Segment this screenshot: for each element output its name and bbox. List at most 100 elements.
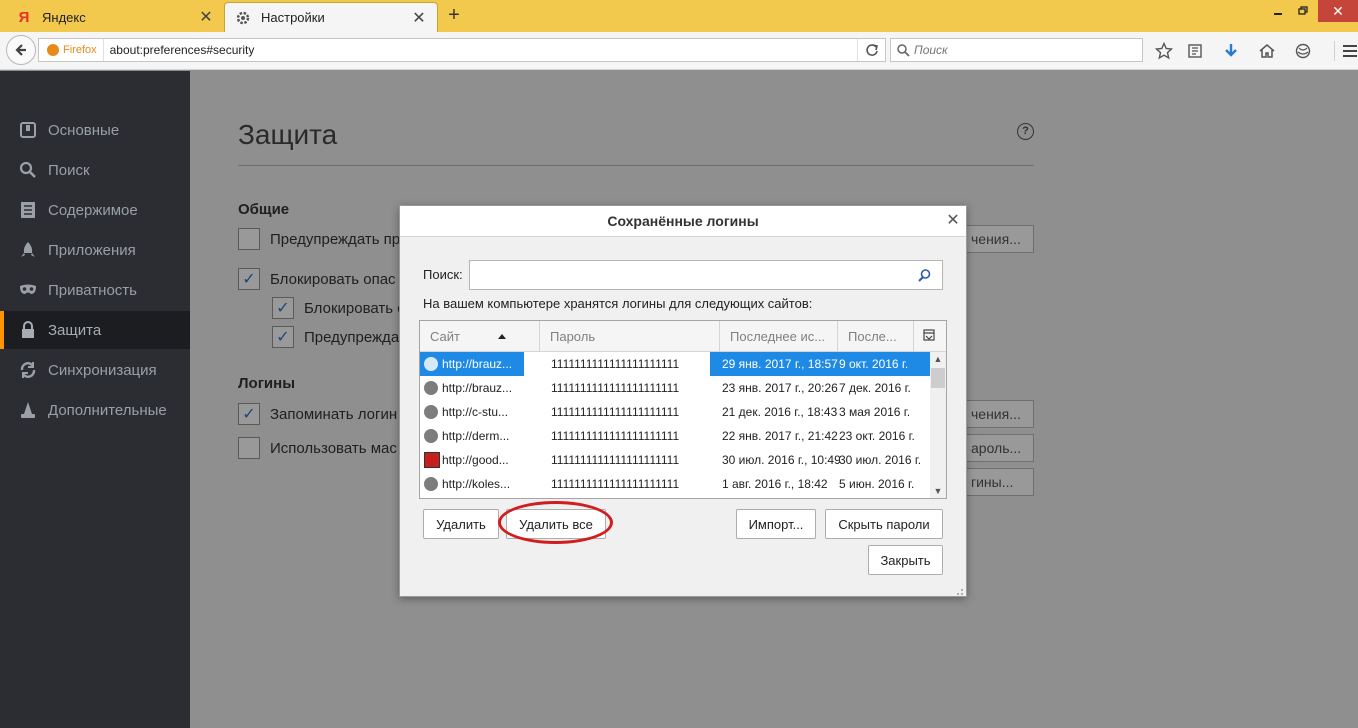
table-row[interactable]: http://derm... 1111111111111111111111 22…: [420, 424, 930, 448]
scroll-up-icon[interactable]: ▲: [930, 352, 946, 366]
tab-label: Настройки: [261, 10, 325, 25]
search-label: Поиск:: [423, 267, 463, 282]
close-icon[interactable]: ✕: [198, 7, 214, 27]
identity-label: Firefox: [63, 44, 97, 56]
reload-button[interactable]: [857, 39, 885, 61]
back-button[interactable]: [6, 35, 36, 65]
logins-search-input[interactable]: [469, 260, 943, 290]
table-scrollbar[interactable]: ▲ ▼: [930, 352, 946, 498]
checkbox-label: Блокировать опас: [270, 270, 396, 288]
lock-icon: [18, 320, 38, 340]
cell-password: 1111111111111111111111: [551, 405, 680, 419]
table-row[interactable]: http://c-stu... 1111111111111111111111 2…: [420, 400, 930, 424]
scroll-down-icon[interactable]: ▼: [930, 484, 946, 498]
cell-last-changed: 3 мая 2016 г.: [839, 405, 911, 419]
close-button[interactable]: Закрыть: [868, 545, 943, 575]
sidebar-item-sync[interactable]: Синхронизация: [0, 351, 190, 389]
exceptions-button[interactable]: чения...: [962, 225, 1034, 253]
cell-password: 1111111111111111111111: [551, 429, 680, 443]
checkbox[interactable]: ✓: [272, 297, 294, 319]
search-input[interactable]: [914, 43, 1124, 57]
table-row[interactable]: http://good... 1111111111111111111111 30…: [420, 448, 930, 472]
sidebar-item-general[interactable]: Основные: [0, 111, 190, 149]
identity-box[interactable]: Firefox: [39, 39, 104, 61]
remove-all-button[interactable]: Удалить все: [506, 509, 606, 539]
dialog-body: Поиск: На вашем компьютере хранятся логи…: [400, 236, 966, 596]
navigation-bar: Firefox about:preferences#security: [0, 32, 1358, 70]
saved-logins-button[interactable]: гины...: [962, 468, 1034, 496]
sidebar-item-label: Содержимое: [48, 201, 138, 219]
table-row[interactable]: http://brauz... 1111111111111111111111 2…: [420, 376, 930, 400]
table-header: Сайт Пароль Последнее ис... После...: [420, 321, 946, 352]
yandex-logo-icon: Я: [18, 8, 30, 26]
sidebar-item-label: Основные: [48, 121, 120, 139]
column-header-last-used[interactable]: Последнее ис...: [720, 321, 838, 352]
globe-icon: [424, 429, 438, 443]
checkbox[interactable]: ✓: [272, 326, 294, 348]
cell-password: 1111111111111111111111: [551, 381, 680, 395]
section-heading-logins: Логины: [238, 375, 296, 392]
resize-grip-icon[interactable]: [952, 584, 964, 596]
column-header-last-changed[interactable]: После...: [838, 321, 914, 352]
cell-last-used: 29 янв. 2017 г., 18:57: [722, 352, 840, 376]
search-bar[interactable]: [890, 38, 1143, 62]
table-row[interactable]: http://brauz... 1111111111111111111111 2…: [420, 352, 930, 376]
checkbox-master-password[interactable]: Использовать мас: [238, 437, 397, 459]
hide-passwords-button[interactable]: Скрыть пароли: [825, 509, 943, 539]
close-icon[interactable]: ✕: [411, 8, 427, 28]
table-row[interactable]: http://koles... 1111111111111111111111 1…: [420, 472, 930, 496]
bookmark-star-icon[interactable]: [1154, 41, 1174, 61]
import-button[interactable]: Импорт...: [736, 509, 816, 539]
checkbox-remember-logins[interactable]: ✓ Запоминать логин: [238, 403, 397, 425]
checkbox-label: Предупрежда: [304, 328, 400, 346]
checkbox[interactable]: ✓: [238, 403, 260, 425]
checkbox[interactable]: [238, 228, 260, 250]
download-icon[interactable]: [1221, 41, 1241, 61]
checkbox-block-dangerous[interactable]: ✓ Блокировать опас: [238, 268, 396, 290]
sidebar-item-label: Дополнительные: [48, 401, 167, 419]
url-text[interactable]: about:preferences#security: [104, 43, 857, 57]
cell-last-used: 30 июл. 2016 г., 10:49: [722, 453, 840, 467]
sidebar-item-search[interactable]: Поиск: [0, 151, 190, 189]
cell-last-used: 22 янв. 2017 г., 21:42: [722, 429, 838, 443]
column-label: Сайт: [430, 329, 460, 344]
checkbox-warn-unwanted[interactable]: ✓ Предупрежда: [272, 326, 399, 348]
minimize-button[interactable]: [1266, 0, 1290, 22]
cell-last-used: 1 авг. 2016 г., 18:42: [722, 477, 828, 491]
column-picker-icon[interactable]: [914, 321, 946, 352]
remove-button[interactable]: Удалить: [423, 509, 499, 539]
saved-logins-dialog: Сохранённые логины ✕ Поиск: На вашем ком…: [399, 205, 967, 597]
globe-icon: [424, 357, 438, 371]
reading-list-icon[interactable]: [1185, 41, 1205, 61]
sync-icon: [18, 360, 38, 380]
checkbox-warn-addons[interactable]: Предупреждать пр: [238, 228, 400, 250]
sidebar-item-content[interactable]: Содержимое: [0, 191, 190, 229]
checkbox[interactable]: [238, 437, 260, 459]
pocket-globe-icon[interactable]: [1293, 41, 1313, 61]
window-close-button[interactable]: ✕: [1318, 0, 1358, 22]
checkbox[interactable]: ✓: [238, 268, 260, 290]
new-tab-button[interactable]: +: [442, 4, 466, 28]
logins-table: Сайт Пароль Последнее ис... После... htt…: [419, 320, 947, 499]
tab-settings[interactable]: Настройки ✕: [224, 2, 438, 32]
tab-yandex[interactable]: Я Яндекс ✕: [6, 2, 224, 32]
cell-last-changed: 9 окт. 2016 г.: [839, 352, 929, 376]
sidebar-item-security[interactable]: Защита: [0, 311, 190, 349]
globe-icon: [424, 381, 438, 395]
column-header-password[interactable]: Пароль: [540, 321, 720, 352]
sidebar-item-applications[interactable]: Приложения: [0, 231, 190, 269]
column-header-site[interactable]: Сайт: [420, 321, 540, 352]
scrollbar-thumb[interactable]: [931, 368, 945, 388]
sidebar-item-advanced[interactable]: Дополнительные: [0, 391, 190, 429]
home-icon[interactable]: [1257, 41, 1277, 61]
globe-icon: [424, 405, 438, 419]
help-icon[interactable]: ?: [1017, 123, 1034, 140]
restore-button[interactable]: [1291, 0, 1315, 22]
sidebar-item-privacy[interactable]: Приватность: [0, 271, 190, 309]
checkbox-block-downloads[interactable]: ✓ Блокировать с: [272, 297, 405, 319]
login-exceptions-button[interactable]: чения...: [962, 400, 1034, 428]
close-icon[interactable]: ✕: [944, 212, 962, 230]
url-bar[interactable]: Firefox about:preferences#security: [38, 38, 886, 62]
menu-icon[interactable]: [1334, 41, 1358, 61]
change-master-password-button[interactable]: ароль...: [962, 434, 1034, 462]
